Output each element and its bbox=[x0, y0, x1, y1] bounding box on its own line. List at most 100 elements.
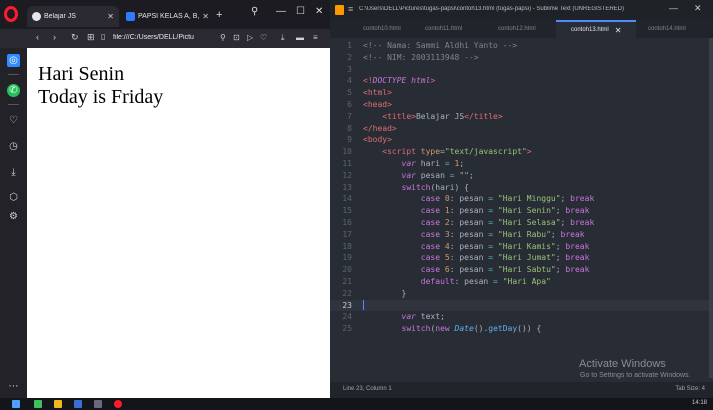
new-tab-button[interactable]: + bbox=[216, 9, 222, 21]
opera-taskbar-icon[interactable] bbox=[114, 400, 122, 408]
send-icon[interactable]: ▷ bbox=[247, 33, 253, 42]
code-line[interactable]: 24 var text; bbox=[330, 311, 713, 323]
code-line[interactable]: 22 } bbox=[330, 288, 713, 300]
line-number: 13 bbox=[342, 182, 352, 192]
editor-tab-contoh13[interactable]: contoh13.html ✕ bbox=[556, 20, 636, 38]
maximize-button[interactable]: ☐ bbox=[296, 6, 305, 17]
code-line[interactable]: 12 var pesan = ""; bbox=[330, 170, 713, 182]
code-line[interactable]: 15 case 1: pesan = "Hari Senin"; break bbox=[330, 205, 713, 217]
editor-tab-label: contoh12.html bbox=[498, 26, 536, 32]
code-token: ; bbox=[560, 194, 571, 204]
code-token: <! bbox=[363, 76, 373, 86]
download-icon[interactable]: ⤓ bbox=[281, 33, 285, 43]
code-line[interactable]: 7 <title>Belajar JS</title> bbox=[330, 111, 713, 123]
messenger-icon[interactable]: ◎ bbox=[7, 54, 20, 67]
file-explorer-icon[interactable] bbox=[54, 400, 62, 408]
code-line[interactable]: 1 <!-- Nama: Sammi Aldhi Yanto --> bbox=[330, 40, 713, 52]
line-number: 19 bbox=[342, 253, 352, 263]
windows-start-icon[interactable] bbox=[12, 400, 20, 408]
minimize-button[interactable]: — bbox=[276, 6, 286, 17]
close-button[interactable]: ✕ bbox=[315, 6, 323, 17]
taskbar-app-icon[interactable] bbox=[94, 400, 102, 408]
speed-dial-icon[interactable]: ⊞ bbox=[87, 32, 95, 43]
editor-tab-contoh12[interactable]: contoh12.html bbox=[498, 20, 536, 38]
code-line[interactable]: 6 <head> bbox=[330, 99, 713, 111]
history-icon[interactable]: ◷ bbox=[7, 140, 20, 153]
address-bar[interactable]: file:///C:/Users/DELL/Pictu bbox=[113, 34, 213, 41]
browser-tab-belajar-js[interactable]: Belajar JS ✕ bbox=[27, 6, 119, 27]
code-line[interactable]: 23 bbox=[330, 299, 713, 312]
back-button[interactable]: ‹ bbox=[36, 32, 39, 42]
taskbar-clock[interactable]: 14:18 bbox=[692, 400, 707, 406]
code-line[interactable]: 19 case 5: pesan = "Hari Jumat"; break bbox=[330, 252, 713, 264]
code-line[interactable]: 14 case 0: pesan = "Hari Minggu"; break bbox=[330, 193, 713, 205]
code-line[interactable]: 11 var hari = 1; bbox=[330, 158, 713, 170]
editor-tab-contoh14[interactable]: contoh14.html bbox=[648, 20, 686, 38]
code-text: case 6: pesan = "Hari Sabtu"; break bbox=[363, 264, 590, 276]
code-token: "Hari Senin" bbox=[497, 206, 556, 216]
code-line[interactable]: 9 <body> bbox=[330, 134, 713, 146]
opera-logo-icon[interactable] bbox=[4, 6, 18, 22]
snapshot-icon[interactable]: ⊡ bbox=[233, 33, 240, 42]
menu-icon[interactable]: ≡ bbox=[313, 33, 318, 42]
close-tab-icon[interactable]: ✕ bbox=[202, 12, 209, 21]
search-icon[interactable]: ⚲ bbox=[251, 6, 258, 17]
reload-button[interactable]: ↻ bbox=[71, 32, 79, 43]
code-line[interactable]: 17 case 3: pesan = "Hari Rabu"; break bbox=[330, 229, 713, 241]
line-number: 23 bbox=[342, 300, 352, 310]
code-token: (). bbox=[473, 324, 489, 334]
code-token: var bbox=[401, 312, 416, 322]
code-token: case bbox=[420, 218, 441, 227]
code-token: : pesan bbox=[449, 241, 489, 251]
line-number: 1 bbox=[347, 41, 352, 50]
cursor-position[interactable]: Line 23, Column 1 bbox=[343, 386, 392, 392]
code-line[interactable]: 5 <html> bbox=[330, 87, 713, 99]
cube-icon[interactable]: ⬡ bbox=[7, 191, 20, 204]
browser-window: Belajar JS ✕ PAPSI KELAS A, B, C ✕ + ⚲ —… bbox=[0, 0, 330, 398]
minimize-button[interactable]: — bbox=[669, 3, 678, 13]
settings-icon[interactable]: ⚙ bbox=[7, 210, 20, 223]
heart-icon[interactable]: ♡ bbox=[260, 33, 267, 42]
close-tab-icon[interactable]: ✕ bbox=[107, 12, 114, 21]
taskbar-app-icon[interactable] bbox=[74, 400, 82, 408]
code-line[interactable]: 13 switch(hari) { bbox=[330, 182, 713, 194]
taskbar-app-icon[interactable] bbox=[34, 400, 42, 408]
code-line[interactable]: 25 switch(new Date().getDay()) { bbox=[330, 323, 713, 335]
code-line[interactable]: 8 </head> bbox=[330, 123, 713, 135]
code-line[interactable]: 10 <script type="text/javascript"> bbox=[330, 146, 713, 158]
code-line[interactable]: 16 case 2: pesan = "Hari Selasa"; break bbox=[330, 217, 713, 229]
code-text: case 1: pesan = "Hari Senin"; break bbox=[363, 205, 590, 217]
tab-size[interactable]: Tab Size: 4 bbox=[675, 386, 705, 392]
code-line[interactable]: 3 bbox=[330, 64, 713, 76]
line-number: 8 bbox=[347, 123, 352, 133]
code-text: var pesan = ""; bbox=[363, 170, 474, 182]
code-token: type bbox=[420, 147, 441, 157]
code-token: <html> bbox=[363, 88, 392, 98]
code-line[interactable]: 20 case 6: pesan = "Hari Sabtu"; break bbox=[330, 264, 713, 276]
search-icon[interactable]: ⚲ bbox=[220, 33, 226, 42]
code-line[interactable]: 21 default: pesan = "Hari Apa" bbox=[330, 276, 713, 288]
menu-icon[interactable]: ≡ bbox=[348, 4, 353, 14]
line-number: 18 bbox=[342, 241, 352, 251]
close-button[interactable]: ✕ bbox=[694, 3, 702, 14]
browser-tab-papsi[interactable]: PAPSI KELAS A, B, C ✕ bbox=[121, 6, 214, 27]
editor-tab-contoh10[interactable]: contoh10.html bbox=[363, 20, 401, 38]
minimap-scrollbar[interactable] bbox=[709, 38, 713, 378]
code-text: <script type="text/javascript"> bbox=[363, 146, 531, 158]
editor-tab-contoh11[interactable]: contoh11.html bbox=[425, 20, 462, 38]
more-icon[interactable]: ⋯ bbox=[7, 380, 20, 393]
battery-icon[interactable]: ▬ bbox=[296, 33, 304, 42]
code-line[interactable]: 4 <!DOCTYPE html> bbox=[330, 75, 713, 87]
forward-button[interactable]: › bbox=[53, 32, 56, 42]
code-token: : pesan bbox=[454, 277, 494, 286]
code-line[interactable]: 18 case 4: pesan = "Hari Kamis"; break bbox=[330, 241, 713, 253]
heart-icon[interactable]: ♡ bbox=[7, 114, 20, 127]
code-area[interactable]: 1 <!-- Nama: Sammi Aldhi Yanto --> 2 <!-- N… bbox=[330, 40, 713, 382]
sublime-logo-icon bbox=[335, 5, 344, 15]
whatsapp-icon[interactable]: ✆ bbox=[7, 84, 20, 97]
code-line[interactable]: 2 <!-- NIM: 2003113948 --> bbox=[330, 52, 713, 64]
close-tab-icon[interactable]: ✕ bbox=[615, 26, 622, 35]
download-icon[interactable]: ⤓ bbox=[7, 166, 20, 179]
